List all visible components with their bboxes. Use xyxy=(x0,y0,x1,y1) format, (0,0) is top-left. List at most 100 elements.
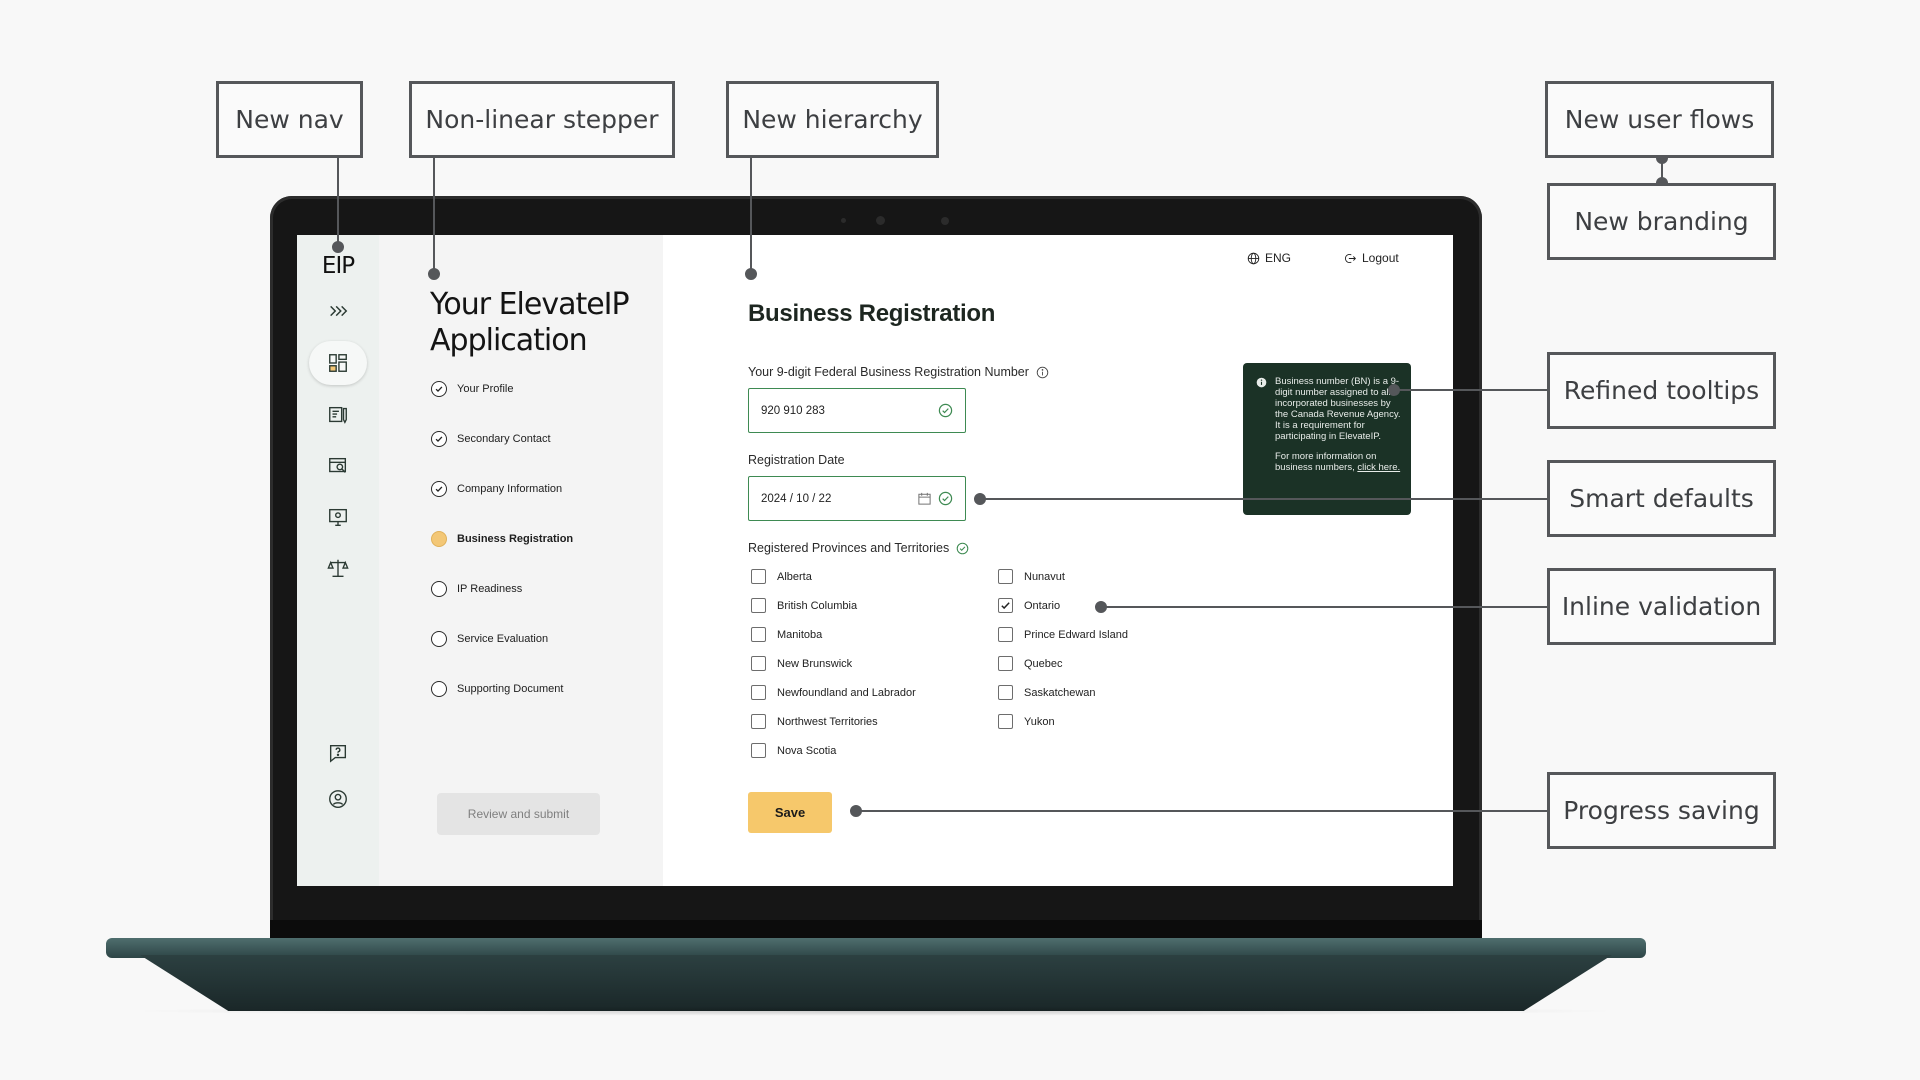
checkbox-label: Yukon xyxy=(1024,715,1055,728)
checkbox-nova-scotia[interactable]: Nova Scotia xyxy=(751,743,836,758)
checkbox-label: New Brunswick xyxy=(777,657,853,670)
checkbox-prince-edward-island[interactable]: Prince Edward Island xyxy=(998,627,1128,642)
current-step-indicator xyxy=(431,531,447,547)
step-business-registration[interactable]: Business Registration xyxy=(431,531,573,547)
checkbox[interactable] xyxy=(751,627,766,642)
globe-icon xyxy=(1247,252,1260,264)
callout-smart-defaults: Smart defaults xyxy=(1547,460,1776,537)
checkmark-icon xyxy=(1001,602,1010,610)
checkbox-label: Saskatchewan xyxy=(1024,686,1096,699)
callout-new-branding: New branding xyxy=(1547,183,1776,260)
step-label: Your Profile xyxy=(457,383,514,395)
logout-icon xyxy=(1345,253,1357,263)
checkbox[interactable] xyxy=(998,656,1013,671)
account-icon[interactable] xyxy=(320,781,356,817)
checkbox-label: Quebec xyxy=(1024,657,1063,670)
registration-date-input[interactable]: 2024 / 10 / 22 xyxy=(748,476,966,521)
checkbox-northwest-territories[interactable]: Northwest Territories xyxy=(751,714,878,729)
checkbox[interactable] xyxy=(751,656,766,671)
language-label: ENG xyxy=(1265,251,1292,265)
scales-icon[interactable] xyxy=(320,550,356,586)
date-field-label: Registration Date xyxy=(748,453,845,467)
checkbox-nunavut[interactable]: Nunavut xyxy=(998,569,1065,584)
checkbox-label: Northwest Territories xyxy=(777,715,878,728)
logout-label: Logout xyxy=(1362,251,1399,265)
bn-value: 920 910 283 xyxy=(761,404,825,417)
checkbox-yukon[interactable]: Yukon xyxy=(998,714,1055,729)
tooltip-body: Business number (BN) is a 9-digit number… xyxy=(1275,376,1401,442)
step-secondary-contact[interactable]: Secondary Contact xyxy=(431,431,551,447)
step-your-profile[interactable]: Your Profile xyxy=(431,381,513,397)
webcam xyxy=(876,216,885,225)
application-icon[interactable] xyxy=(320,397,356,433)
checkbox-manitoba[interactable]: Manitoba xyxy=(751,627,822,642)
step-label: Supporting Document xyxy=(457,683,564,695)
bn-tooltip: Business number (BN) is a 9-digit number… xyxy=(1243,363,1411,515)
callout-refined-tooltips: Refined tooltips xyxy=(1547,352,1776,429)
checkbox-label: Alberta xyxy=(777,570,812,583)
eip-logo[interactable]: EIP xyxy=(297,253,379,279)
tooltip-link[interactable]: click here. xyxy=(1357,462,1400,473)
save-button[interactable]: Save xyxy=(748,792,832,833)
checkbox[interactable] xyxy=(998,627,1013,642)
checkbox[interactable] xyxy=(751,569,766,584)
stepper-panel: Your ElevateIP Application Your Profile … xyxy=(379,235,663,886)
step-label: Service Evaluation xyxy=(457,633,549,645)
checkbox-label: Newfoundland and Labrador xyxy=(777,686,916,699)
step-service-evaluation[interactable]: Service Evaluation xyxy=(431,631,548,647)
search-document-icon[interactable] xyxy=(320,448,356,484)
checkbox-saskatchewan[interactable]: Saskatchewan xyxy=(998,685,1096,700)
empty-step-indicator xyxy=(431,631,447,647)
checkbox[interactable] xyxy=(751,685,766,700)
language-selector[interactable]: ENG xyxy=(1247,251,1291,265)
check-icon xyxy=(431,381,447,397)
review-and-submit-button[interactable]: Review and submit xyxy=(437,793,600,835)
checkbox-alberta[interactable]: Alberta xyxy=(751,569,812,584)
check-icon xyxy=(431,481,447,497)
checkbox-ontario[interactable]: Ontario xyxy=(998,598,1060,613)
info-icon[interactable] xyxy=(1036,366,1049,379)
checkbox-label: Nunavut xyxy=(1024,570,1065,583)
checkbox-label: Ontario xyxy=(1024,599,1061,612)
nav-rail: EIP xyxy=(297,235,379,886)
dashboard-icon[interactable] xyxy=(309,341,367,385)
provinces-label: Registered Provinces and Territories xyxy=(748,541,969,555)
callout-new-hierarchy: New hierarchy xyxy=(726,81,939,158)
step-label: IP Readiness xyxy=(457,583,523,595)
checkbox[interactable] xyxy=(998,685,1013,700)
step-company-information[interactable]: Company Information xyxy=(431,481,562,497)
valid-check-icon xyxy=(956,542,969,554)
checkbox-british-columbia[interactable]: British Columbia xyxy=(751,598,857,613)
monitor-icon[interactable] xyxy=(320,499,356,535)
valid-check-icon xyxy=(938,403,953,418)
help-icon[interactable] xyxy=(320,735,356,771)
checkbox-new-brunswick[interactable]: New Brunswick xyxy=(751,656,852,671)
checkbox[interactable] xyxy=(751,598,766,613)
application-title: Your ElevateIP Application xyxy=(430,287,630,358)
step-label: Secondary Contact xyxy=(457,433,551,445)
step-supporting-document[interactable]: Supporting Document xyxy=(431,681,563,697)
step-ip-readiness[interactable]: IP Readiness xyxy=(431,581,522,597)
checkbox[interactable] xyxy=(751,714,766,729)
checkbox[interactable] xyxy=(751,743,766,758)
step-label: Business Registration xyxy=(457,533,574,545)
checkbox[interactable] xyxy=(998,714,1013,729)
logout-button[interactable]: Logout xyxy=(1344,251,1399,265)
callout-non-linear-stepper: Non-linear stepper xyxy=(409,81,675,158)
checkbox-quebec[interactable]: Quebec xyxy=(998,656,1063,671)
sensor-dot xyxy=(841,218,846,223)
expand-icon[interactable] xyxy=(320,293,356,329)
checkbox-checked[interactable] xyxy=(998,598,1013,613)
empty-step-indicator xyxy=(431,581,447,597)
date-value: 2024 / 10 / 22 xyxy=(761,492,832,505)
bn-label-text: Your 9-digit Federal Business Registrati… xyxy=(748,365,1029,379)
callout-new-nav: New nav xyxy=(216,81,363,158)
provinces-label-text: Registered Provinces and Territories xyxy=(748,541,950,555)
bn-input[interactable]: 920 910 283 xyxy=(748,388,966,433)
laptop-hinge xyxy=(270,920,1482,940)
calendar-icon[interactable] xyxy=(917,491,932,506)
callout-new-user-flows: New user flows xyxy=(1545,81,1774,158)
checkbox[interactable] xyxy=(998,569,1013,584)
valid-check-icon xyxy=(938,491,953,506)
checkbox-newfoundland-and-labrador[interactable]: Newfoundland and Labrador xyxy=(751,685,916,700)
